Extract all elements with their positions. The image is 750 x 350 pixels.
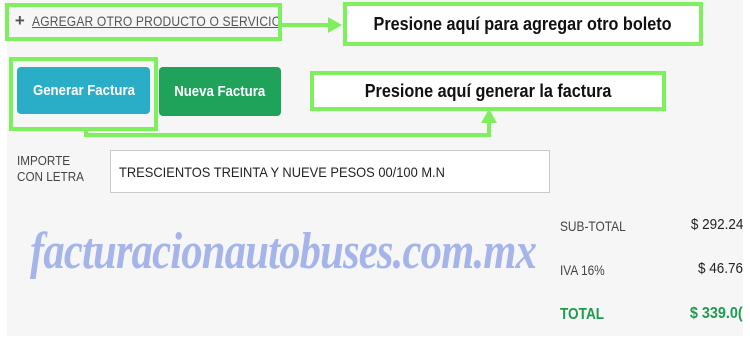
subtotal-value: $ 292.24 (690, 216, 743, 233)
arrow-head (328, 17, 342, 33)
arrow-line (84, 133, 491, 137)
new-invoice-button[interactable]: Nueva Factura (159, 67, 281, 116)
iva-value: $ 46.76 (697, 260, 743, 277)
add-product-highlight (5, 3, 282, 41)
total-label: TOTAL (560, 306, 605, 323)
iva-label: IVA 16% (560, 262, 605, 278)
callout-add-ticket: Presione aquí para agregar otro boleto (343, 2, 703, 46)
importe-field[interactable]: TRESCIENTOS TREINTA Y NUEVE PESOS 00/100… (110, 150, 550, 193)
subtotal-label: SUB-TOTAL (560, 218, 626, 234)
generate-button-highlight (9, 57, 158, 131)
watermark: facturacionautobuses.com.mx (30, 223, 537, 280)
callout-generate-invoice: Presione aquí generar la factura (310, 71, 666, 111)
arrow-line (487, 121, 491, 137)
importe-label: IMPORTE CON LETRA (17, 153, 84, 184)
total-value: $ 339.0( (690, 305, 743, 322)
arrow-head (481, 109, 497, 123)
arrow-line (282, 23, 330, 27)
